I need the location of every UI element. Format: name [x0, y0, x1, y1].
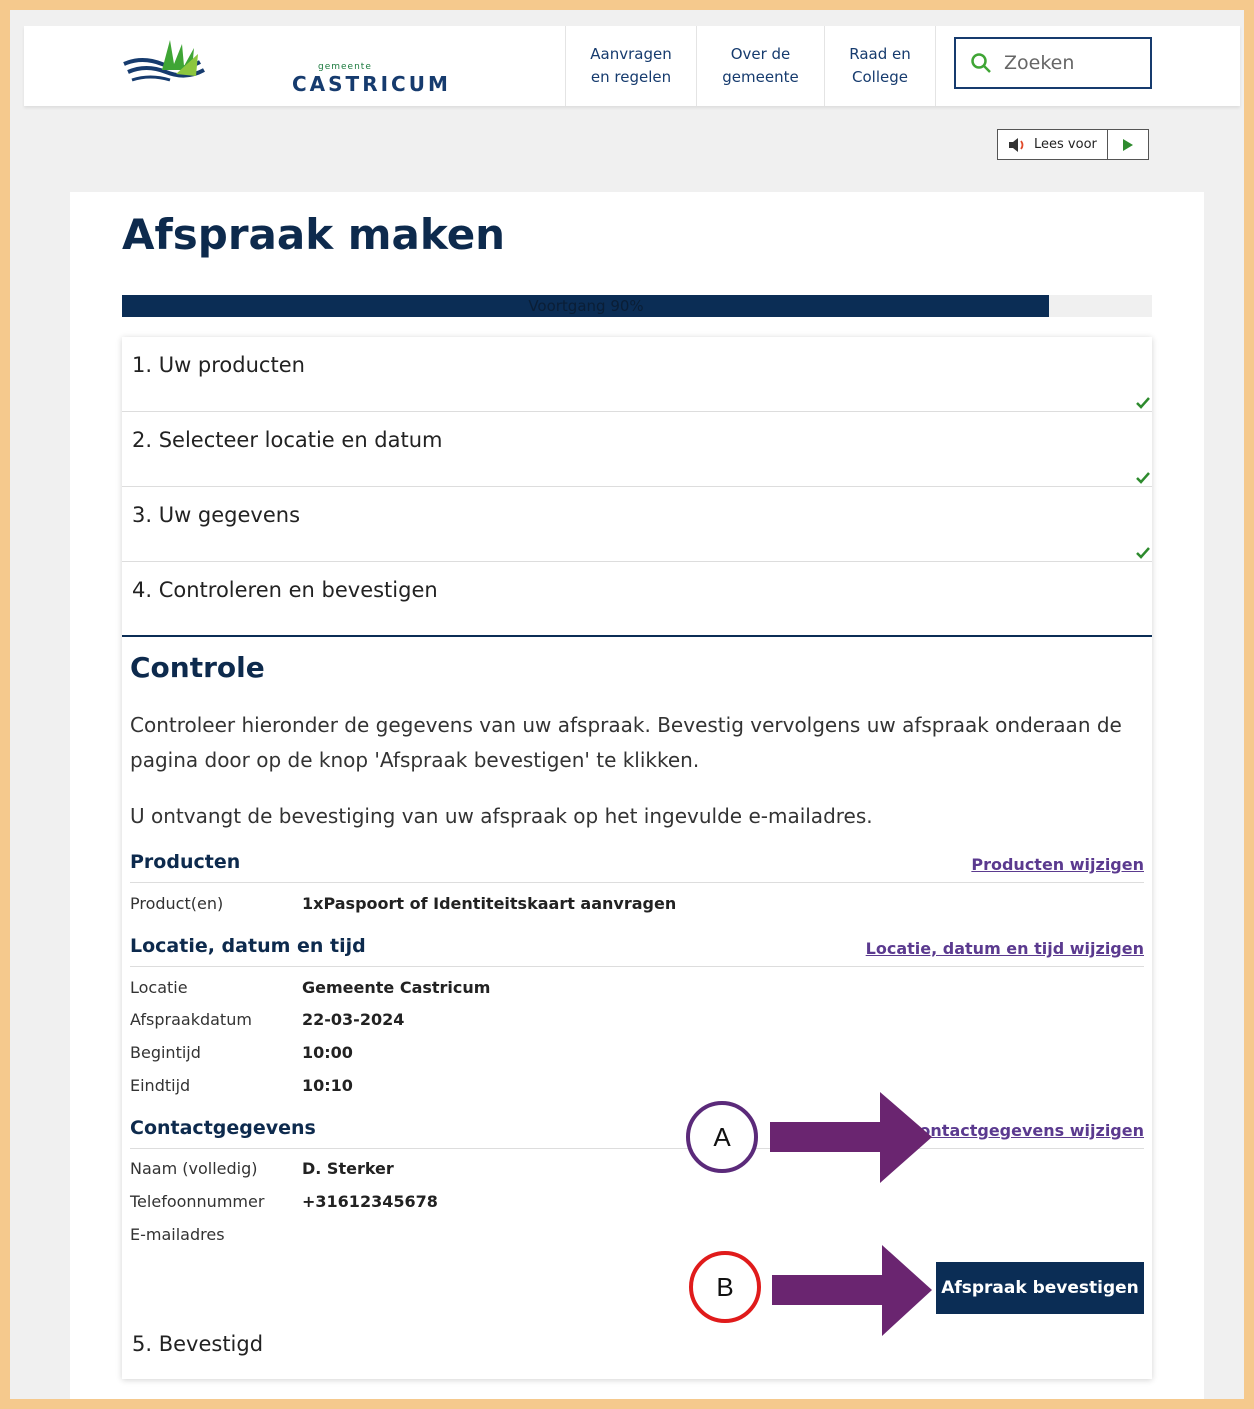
step-gegevens[interactable]: 3. Uw gegevens: [122, 487, 1152, 562]
steps-panel: 1. Uw producten 2. Selecteer locatie en …: [122, 337, 1152, 1379]
info-key: Telefoonnummer: [130, 1192, 265, 1211]
info-value: 1xPaspoort of Identiteitskaart aanvragen: [302, 894, 677, 913]
search-icon: [971, 53, 991, 73]
step-label: 3. Uw gegevens: [132, 503, 301, 527]
info-key: Locatie: [130, 978, 188, 997]
locatie-wijzigen-link[interactable]: Locatie, datum en tijd wijzigen: [866, 939, 1144, 958]
info-key: E-mailadres: [130, 1225, 225, 1244]
nav-raad-en-college[interactable]: Raad en College: [824, 26, 936, 106]
logo-text: CASTRICUM: [292, 72, 451, 96]
screenshot-frame: gemeente CASTRICUM Aanvragen en regelen …: [10, 10, 1244, 1399]
info-key: Eindtijd: [130, 1076, 191, 1095]
play-icon: [1122, 138, 1133, 151]
nav-over-label: Over de gemeente: [722, 45, 799, 86]
contact-heading: Contactgegevens Contactgegevens wijzigen: [130, 1117, 1144, 1149]
step-producten[interactable]: 1. Uw producten: [122, 337, 1152, 412]
step-locatie[interactable]: 2. Selecteer locatie en datum: [122, 412, 1152, 487]
info-key: Naam (volledig): [130, 1159, 258, 1178]
info-key: Afspraakdatum: [130, 1010, 252, 1029]
main-content: Afspraak maken Voortgang 90% 1. Uw produ…: [70, 192, 1204, 1399]
annotation-marker-b: B: [689, 1251, 761, 1323]
info-value: Gemeente Castricum: [302, 978, 491, 997]
info-key: Begintijd: [130, 1043, 201, 1062]
speaker-icon: [1009, 137, 1024, 152]
site-header: gemeente CASTRICUM Aanvragen en regelen …: [24, 26, 1240, 106]
locatie-title: Locatie, datum en tijd: [130, 935, 366, 957]
controle-intro: Controleer hieronder de gegevens van uw …: [130, 713, 1122, 772]
step-label: 2. Selecteer locatie en datum: [132, 428, 443, 452]
info-key: Product(en): [130, 894, 224, 913]
read-aloud-label: Lees voor: [1034, 137, 1097, 152]
checkmark-icon: [1136, 547, 1150, 559]
annotation-marker-a: A: [686, 1101, 758, 1173]
arrow-a-icon: [770, 1092, 932, 1183]
controle-heading: Controle: [130, 651, 265, 684]
contact-title: Contactgegevens: [130, 1117, 316, 1139]
logo-waves-icon: [123, 40, 205, 82]
info-value: D. Sterker: [302, 1159, 394, 1178]
progress-bar: Voortgang 90%: [122, 295, 1152, 317]
producten-wijzigen-link[interactable]: Producten wijzigen: [971, 855, 1144, 874]
step-label: 1. Uw producten: [132, 353, 305, 377]
producten-heading: Producten Producten wijzigen: [130, 851, 1144, 883]
page-title: Afspraak maken: [122, 210, 506, 259]
read-aloud-button[interactable]: Lees voor: [998, 130, 1108, 159]
progress-label: Voortgang 90%: [528, 297, 644, 315]
search-box[interactable]: [954, 37, 1152, 89]
afspraak-bevestigen-button[interactable]: Afspraak bevestigen: [936, 1262, 1144, 1314]
nav-raad-label: Raad en College: [849, 45, 911, 86]
info-value: 10:10: [302, 1076, 353, 1095]
logo-small-text: gemeente: [318, 62, 372, 72]
castricum-logo[interactable]: gemeente CASTRICUM: [122, 34, 448, 96]
step-controleren[interactable]: 4. Controleren en bevestigen: [122, 562, 1152, 637]
annotation-label-b: B: [716, 1271, 734, 1302]
nav-over-de-gemeente[interactable]: Over de gemeente: [696, 26, 824, 106]
info-value: 10:00: [302, 1043, 353, 1062]
step-label: 4. Controleren en bevestigen: [132, 578, 438, 602]
checkmark-icon: [1136, 397, 1150, 409]
info-value: +31612345678: [302, 1192, 438, 1211]
search-input[interactable]: [1004, 52, 1144, 74]
producten-title: Producten: [130, 851, 241, 873]
arrow-b-icon: [772, 1245, 932, 1336]
step-bevestigd[interactable]: 5. Bevestigd: [132, 1332, 263, 1356]
checkmark-icon: [1136, 472, 1150, 484]
controle-note: U ontvangt de bevestiging van uw afspraa…: [130, 804, 873, 828]
info-value: 22-03-2024: [302, 1010, 405, 1029]
read-aloud-play-button[interactable]: [1108, 130, 1148, 159]
nav-aanvragen-label: Aanvragen en regelen: [590, 45, 672, 86]
locatie-heading: Locatie, datum en tijd Locatie, datum en…: [130, 935, 1144, 967]
read-aloud-widget: Lees voor: [997, 129, 1149, 160]
nav-aanvragen[interactable]: Aanvragen en regelen: [565, 26, 696, 106]
annotation-label-a: A: [713, 1121, 731, 1152]
contactgegevens-wijzigen-link[interactable]: Contactgegevens wijzigen: [908, 1121, 1144, 1140]
